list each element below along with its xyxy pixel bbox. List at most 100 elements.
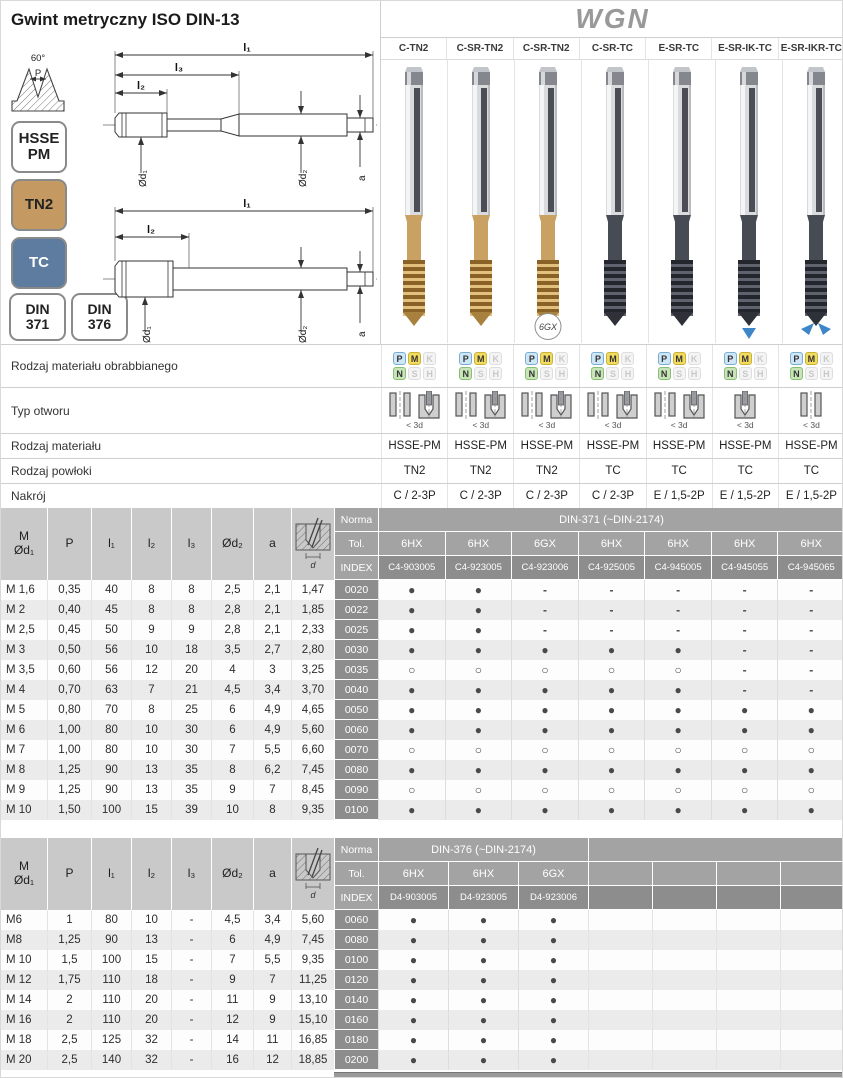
table-row: M 71,0080103075,56,600070○○○○○○○ — [1, 740, 843, 760]
order-code-cell: 0060 — [334, 910, 378, 930]
workpiece-material-badge: M — [540, 352, 553, 365]
attribute-row-label: Nakrój — [1, 484, 381, 508]
availability-cell: ● — [448, 970, 518, 990]
table-row: M 101,5010015391089,350100●●●●●●● — [1, 800, 843, 820]
dimension-cell: 32 — [131, 1050, 171, 1070]
availability-cell: ● — [448, 1030, 518, 1050]
drill-diameter-label: d — [310, 560, 316, 570]
dimension-cell: 15,10 — [291, 1010, 334, 1030]
table-row: M81,259013-64,97,450080●●● — [1, 930, 843, 950]
hole-type-icons — [733, 391, 757, 421]
availability-cell: - — [711, 640, 778, 660]
dimension-cell: 0,70 — [47, 680, 91, 700]
workpiece-material-badge: N — [658, 367, 671, 380]
radial-coolant-arrow-icon — [818, 323, 831, 335]
dimension-cell: 3,4 — [253, 680, 291, 700]
availability-cell-empty — [652, 1050, 716, 1070]
availability-cell: ● — [448, 990, 518, 1010]
dimension-cell: 25 — [171, 700, 211, 720]
availability-cell: ● — [518, 930, 588, 950]
dimension-cell: 2,1 — [253, 580, 291, 600]
availability-cell: ● — [518, 970, 588, 990]
availability-cell-empty — [780, 1050, 843, 1070]
availability-cell: ○ — [378, 740, 445, 760]
workpiece-material-badge: K — [555, 352, 568, 365]
availability-cell: - — [644, 600, 711, 620]
dimension-cell: M 6 — [1, 720, 47, 740]
workpiece-material-badges: PMKNSH — [658, 352, 701, 380]
badge-line: 371 — [26, 317, 49, 332]
index-code-cell: C4-945055 — [711, 556, 778, 580]
dimension-cell: 0,45 — [47, 620, 91, 640]
availability-cell: - — [777, 620, 843, 640]
dimension-cell: - — [171, 1030, 211, 1050]
index-code-cell-empty — [780, 886, 843, 910]
dimension-cell: - — [171, 950, 211, 970]
workpiece-material-badge: K — [688, 352, 701, 365]
attribute-value-cell: C / 2-3P — [381, 484, 447, 508]
availability-cell-empty — [652, 1010, 716, 1030]
workpiece-material-badge: S — [673, 367, 686, 380]
dimension-cell: 1,00 — [47, 740, 91, 760]
dimension-cell: 7 — [211, 950, 253, 970]
workpiece-material-badge: N — [790, 367, 803, 380]
availability-cell: - — [511, 580, 578, 600]
order-code-cell: 0035 — [334, 660, 378, 680]
dimension-cell: 80 — [91, 740, 131, 760]
table-row: M 182,512532-141116,850180●●● — [1, 1030, 843, 1050]
badge-row: NSH — [724, 367, 767, 380]
hole-depth-note: < 3d — [803, 421, 820, 430]
tolerance-cell: 6HX — [378, 862, 448, 886]
availability-cell: ○ — [644, 780, 711, 800]
tolerance-cell: 6GX — [518, 862, 588, 886]
din371-dimension-drawing: l₁ l₃ l₂ Ød₁ Ød₂ a — [101, 39, 379, 189]
workpiece-material-badge: S — [540, 367, 553, 380]
product-image-cell — [581, 60, 648, 343]
index-code-cell-empty — [716, 886, 780, 910]
availability-cell: ● — [448, 930, 518, 950]
availability-cell-empty — [716, 990, 780, 1010]
dimension-cell: 2,8 — [211, 600, 253, 620]
table-row: M 3,50,60561220433,250035○○○○○-- — [1, 660, 843, 680]
dimension-cell: 18 — [131, 970, 171, 990]
badge-row: NSH — [658, 367, 701, 380]
workpiece-material-badge: H — [820, 367, 833, 380]
column-header-cell: l₃ — [171, 508, 211, 580]
attribute-value-cell: TC — [646, 459, 712, 483]
dimension-cell: 2,80 — [291, 640, 334, 660]
index-code-cell-empty — [588, 886, 652, 910]
badge-row: PMK — [393, 352, 436, 365]
dim-l2: l₂ — [147, 224, 155, 236]
workpiece-material-badge: P — [724, 352, 737, 365]
dimension-cell: 56 — [91, 660, 131, 680]
workpiece-material-badge: N — [525, 367, 538, 380]
radial-coolant-arrow-icon — [801, 323, 814, 335]
column-header-cell: l₁ — [91, 838, 131, 910]
attribute-value-cell: PMKNSH — [778, 345, 843, 387]
availability-cell: ○ — [445, 740, 512, 760]
dimension-cell: 2,7 — [253, 640, 291, 660]
availability-cell: - — [711, 600, 778, 620]
availability-cell-empty — [652, 1030, 716, 1050]
header-line: Ød₁ — [14, 544, 34, 558]
attribute-row-label: Rodzaj powłoki — [1, 459, 381, 483]
workpiece-material-badge: K — [423, 352, 436, 365]
attribute-row: Rodzaj powłokiTN2TN2TN2TCTCTCTC — [1, 458, 843, 483]
availability-cell-empty — [716, 970, 780, 990]
order-code-cell: 0022 — [334, 600, 378, 620]
dimension-cell: 4,9 — [253, 720, 291, 740]
column-header-cell: l₃ — [171, 838, 211, 910]
availability-cell: ○ — [511, 660, 578, 680]
availability-cell: ○ — [711, 740, 778, 760]
dimension-cell: 90 — [91, 760, 131, 780]
availability-cell: ● — [445, 620, 512, 640]
availability-cell-empty — [652, 990, 716, 1010]
product-column-headers: C-TN2C-SR-TN2C-SR-TN2C-SR-TCE-SR-TCE-SR-… — [381, 38, 843, 60]
availability-cell: ● — [378, 700, 445, 720]
through-hole-icon — [454, 391, 478, 421]
dimension-cell: 1,85 — [291, 600, 334, 620]
availability-cell: ● — [378, 600, 445, 620]
hole-depth-note: < 3d — [472, 421, 489, 430]
din376-size-table: MØd₁Pl₁l₂l₃Ød₂a d NormaDIN-376 (~DIN-217… — [1, 838, 843, 1070]
din371-badge: DIN 371 — [9, 293, 66, 341]
